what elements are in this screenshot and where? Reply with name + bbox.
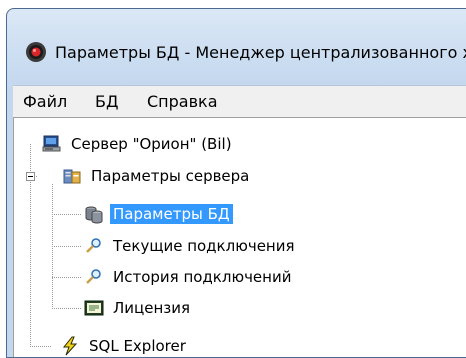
tree-node-label: Текущие подключения xyxy=(113,237,295,255)
tree-line-branch xyxy=(52,214,82,215)
tree-node-server-params[interactable]: Параметры сервера xyxy=(62,164,252,188)
collapse-toggle[interactable] xyxy=(26,172,35,181)
tree-node-sql-explorer[interactable]: SQL Explorer xyxy=(60,334,189,357)
tree-line-branch xyxy=(30,346,52,347)
lightning-icon xyxy=(62,336,78,356)
tree-node-current-connections[interactable]: Текущие подключения xyxy=(84,234,298,258)
tree-node-db-params[interactable]: Параметры БД xyxy=(84,202,233,226)
tree-node-license[interactable]: Лицензия xyxy=(84,296,193,320)
database-icon xyxy=(85,206,103,224)
tree-line-branch xyxy=(52,277,82,278)
tree-view[interactable]: Сервер "Орион" (Bil) Параметры сервера П… xyxy=(13,117,466,357)
server-settings-icon xyxy=(63,169,81,184)
menu-bar: Файл БД Справка xyxy=(13,85,466,118)
tree-node-server[interactable]: Сервер "Орион" (Bil) xyxy=(42,132,235,156)
window-title: Параметры БД - Менеджер централизованног… xyxy=(55,43,466,62)
server-computer-icon xyxy=(42,135,61,152)
title-bar[interactable]: Параметры БД - Менеджер централизованног… xyxy=(7,9,466,83)
tree-node-label: SQL Explorer xyxy=(89,337,186,355)
tree-node-connection-history[interactable]: История подключений xyxy=(84,265,294,289)
app-icon xyxy=(26,42,46,62)
menu-db[interactable]: БД xyxy=(95,92,118,111)
menu-file[interactable]: Файл xyxy=(23,92,67,111)
magnifier-icon xyxy=(86,238,101,253)
tree-node-label: Параметры сервера xyxy=(91,167,250,185)
magnifier-icon xyxy=(86,269,101,284)
tree-line-branch xyxy=(52,246,82,247)
tree-node-label: Сервер "Орион" (Bil) xyxy=(71,135,232,153)
tree-node-label: Параметры БД xyxy=(110,204,233,224)
tree-line-branch xyxy=(52,308,82,309)
tree-node-label: История подключений xyxy=(113,268,292,286)
app-window: Параметры БД - Менеджер централизованног… xyxy=(6,8,466,358)
menu-help[interactable]: Справка xyxy=(147,92,218,111)
license-icon xyxy=(84,300,104,316)
tree-node-label: Лицензия xyxy=(113,299,191,317)
